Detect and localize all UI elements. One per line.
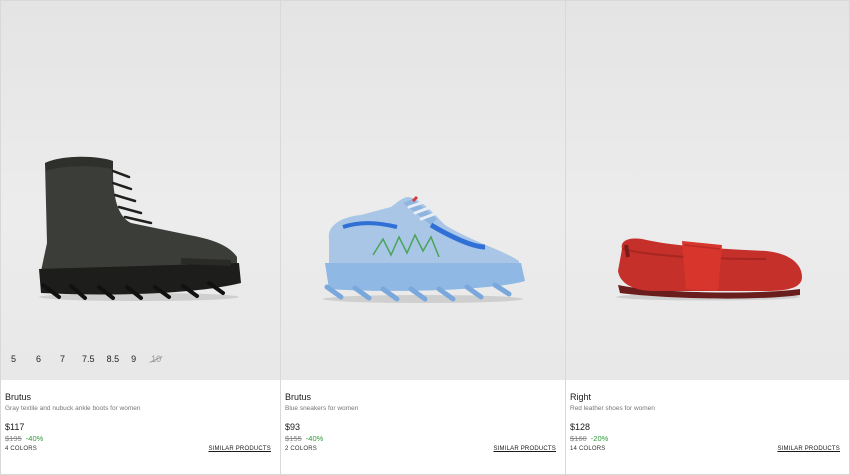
size-selector: 5 6 7 7.5 8.5 9 10 [11,353,161,365]
red-mary-jane-flat-icon [616,238,802,301]
original-price: $155 [285,434,302,443]
gray-ankle-boot-icon [39,156,241,301]
discount-badge: -20% [590,434,609,443]
size-option[interactable]: 7 [60,353,65,365]
product-name[interactable]: Right [570,392,591,402]
similar-products-link[interactable]: SIMILAR PRODUCTS [777,446,840,452]
discount-badge: -40% [305,434,324,443]
product-price: $117 [5,422,25,432]
product-info: Brutus Gray textile and nubuck ankle boo… [1,380,280,474]
product-description: Gray textile and nubuck ankle boots for … [5,405,141,412]
product-card[interactable]: Brutus Blue sneakers for women $93 $155 … [280,1,565,474]
color-count: 14 COLORS [570,446,606,452]
color-count: 4 COLORS [5,446,37,452]
size-option[interactable]: 9 [131,353,136,365]
similar-products-link[interactable]: SIMILAR PRODUCTS [208,446,271,452]
color-count: 2 COLORS [285,446,317,452]
price-history: $160 -20% [570,434,608,443]
original-price: $160 [570,434,587,443]
blue-sneaker-icon [323,195,525,303]
product-name[interactable]: Brutus [285,392,311,402]
product-card[interactable]: 5 6 7 7.5 8.5 9 10 Brutus Gray textile a… [1,1,280,474]
price-history: $155 -40% [285,434,323,443]
product-card[interactable]: Right Red leather shoes for women $128 $… [565,1,849,474]
size-option[interactable]: 6 [36,353,41,365]
product-price: $128 [570,422,591,432]
product-description: Red leather shoes for women [570,405,655,412]
product-image[interactable] [566,1,849,380]
product-name[interactable]: Brutus [5,392,31,402]
product-info: Right Red leather shoes for women $128 $… [566,380,849,474]
size-option-unavailable[interactable]: 10 [151,353,161,365]
product-grid: 5 6 7 7.5 8.5 9 10 Brutus Gray textile a… [1,1,849,474]
size-option[interactable]: 5 [11,353,16,365]
product-image[interactable]: 5 6 7 7.5 8.5 9 10 [1,1,280,380]
original-price: $195 [5,434,22,443]
size-option[interactable]: 8.5 [107,353,120,365]
product-description: Blue sneakers for women [285,405,359,412]
product-image[interactable] [281,1,565,380]
product-info: Brutus Blue sneakers for women $93 $155 … [281,380,565,474]
discount-badge: -40% [25,434,44,443]
product-price: $93 [285,422,301,432]
price-history: $195 -40% [5,434,43,443]
size-option[interactable]: 7.5 [82,353,95,365]
similar-products-link[interactable]: SIMILAR PRODUCTS [493,446,556,452]
